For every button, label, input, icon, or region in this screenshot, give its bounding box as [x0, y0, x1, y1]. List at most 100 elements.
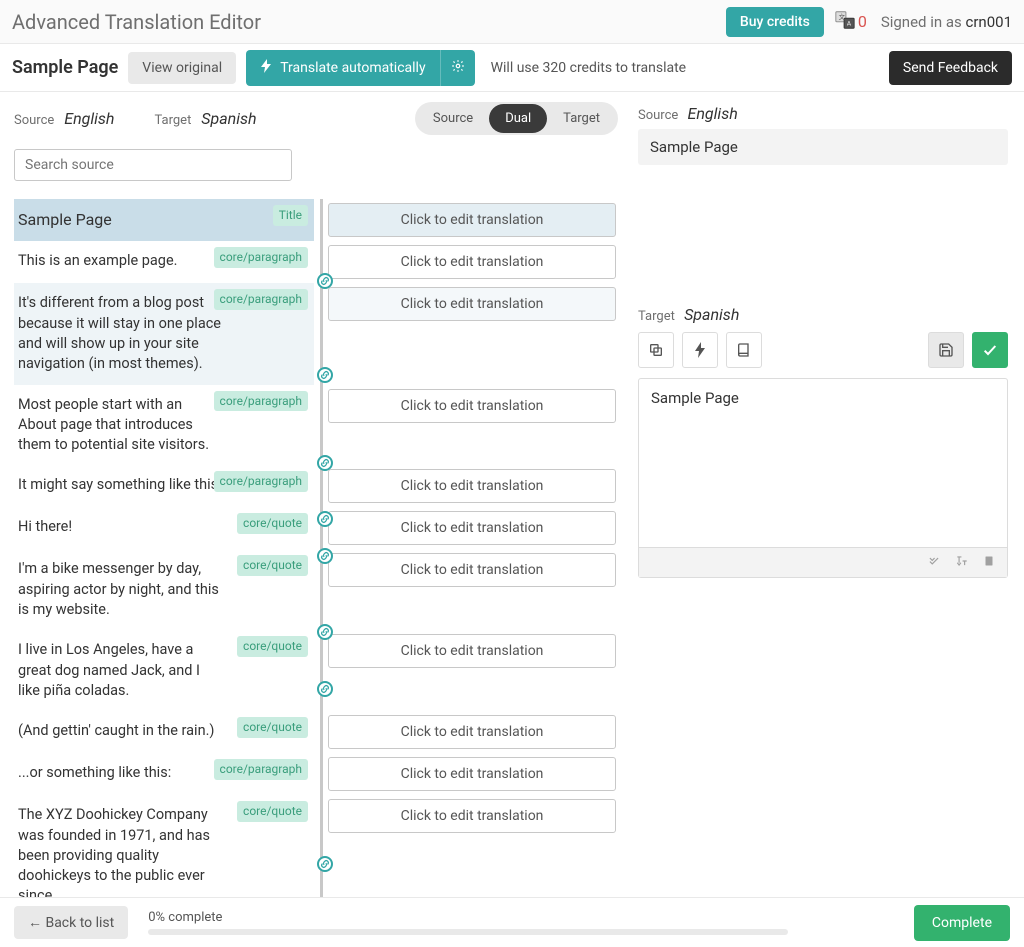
segment-gutter [314, 795, 328, 897]
translate-settings-button[interactable] [440, 50, 475, 86]
segment-source: The XYZ Doohickey Company was founded in… [14, 795, 314, 897]
edit-translation-button[interactable]: Click to edit translation [328, 634, 616, 668]
segment-target: Click to edit translation [328, 465, 618, 507]
toggle-target[interactable]: Target [547, 104, 616, 133]
check-icon [982, 342, 998, 358]
toggle-source[interactable]: Source [417, 104, 489, 133]
buy-credits-button[interactable]: Buy credits [726, 7, 824, 37]
edit-translation-button[interactable]: Click to edit translation [328, 715, 616, 749]
page-title: Sample Page [12, 57, 118, 78]
target-editor-input[interactable]: Sample Page [639, 379, 1007, 547]
top-bar: Advanced Translation Editor Buy credits … [0, 0, 1024, 44]
edit-translation-button[interactable]: Click to edit translation [328, 757, 616, 791]
bottom-bar: ← Back to list 0% complete Complete [0, 897, 1024, 947]
segment-source: Hi there!core/quote [14, 507, 314, 549]
edit-translation-button[interactable]: Click to edit translation [328, 799, 616, 833]
segment-target: Click to edit translation [328, 507, 618, 549]
pending-count: 0 [858, 12, 867, 31]
view-original-button[interactable]: View original [128, 52, 236, 84]
segment-row[interactable]: It's different from a blog post because … [14, 283, 618, 384]
progress-label: 0% complete [148, 910, 222, 925]
detail-source-preview: Sample Page [638, 129, 1008, 165]
segment-gutter [314, 630, 328, 711]
link-segment-icon[interactable] [317, 455, 333, 471]
edit-translation-button[interactable]: Click to edit translation [328, 511, 616, 545]
segment-source: It's different from a blog post because … [14, 283, 314, 384]
send-feedback-button[interactable]: Send Feedback [889, 51, 1012, 85]
toggle-dual[interactable]: Dual [489, 104, 547, 133]
copy-source-button[interactable] [638, 332, 674, 368]
segment-source: I'm a bike messenger by day, aspiring ac… [14, 549, 314, 630]
segment-target: Click to edit translation [328, 199, 618, 241]
edit-translation-button[interactable]: Click to edit translation [328, 203, 616, 237]
link-segment-icon[interactable] [317, 624, 333, 640]
segment-row[interactable]: This is an example page.core/paragraph Cl… [14, 241, 618, 283]
segment-target: Click to edit translation [328, 385, 618, 466]
auto-translate-segment-button[interactable] [682, 332, 718, 368]
link-segment-icon[interactable] [317, 548, 333, 564]
segment-row[interactable]: It might say something like this:core/pa… [14, 465, 618, 507]
edit-translation-button[interactable]: Click to edit translation [328, 287, 616, 321]
link-segment-icon[interactable] [317, 681, 333, 697]
segment-target: Click to edit translation [328, 795, 618, 897]
link-segment-icon[interactable] [317, 273, 333, 289]
detail-panel: Source English Sample Page Target Spanis… [620, 92, 1024, 897]
segment-source: This is an example page.core/paragraph [14, 241, 314, 283]
translate-automatically-button[interactable]: Translate automatically [246, 50, 474, 86]
back-to-list-button[interactable]: ← Back to list [14, 906, 128, 939]
segment-target: Click to edit translation [328, 283, 618, 384]
segment-type-badge: core/paragraph [214, 289, 308, 310]
language-pair-indicator[interactable]: 文A 0 [834, 9, 867, 35]
segment-source: ...or something like this:core/paragraph [14, 753, 314, 795]
complete-button[interactable]: Complete [914, 905, 1010, 941]
search-source-input[interactable] [14, 149, 292, 181]
status-icon-2 [955, 553, 969, 572]
segment-row[interactable]: Sample PageTitleClick to edit translatio… [14, 199, 618, 241]
edit-translation-button[interactable]: Click to edit translation [328, 469, 616, 503]
segment-row[interactable]: (And gettin' caught in the rain.)core/qu… [14, 711, 618, 753]
save-icon [938, 342, 954, 358]
save-draft-button[interactable] [928, 332, 964, 368]
segment-row[interactable]: I live in Los Angeles, have a great dog … [14, 630, 618, 711]
segment-type-badge: core/quote [237, 801, 308, 822]
edit-translation-button[interactable]: Click to edit translation [328, 553, 616, 587]
status-icon-3 [983, 553, 995, 572]
editor-footer [639, 547, 1007, 577]
progress: 0% complete [148, 910, 788, 935]
segments-list: Sample PageTitleClick to edit translatio… [14, 199, 618, 897]
gear-icon [451, 59, 465, 73]
segment-source-text: Sample Page [18, 209, 302, 231]
app-title: Advanced Translation Editor [12, 10, 261, 34]
link-segment-icon[interactable] [317, 367, 333, 383]
segments-panel: Source English Target Spanish Source Dua… [0, 92, 620, 897]
link-segment-icon[interactable] [317, 511, 333, 527]
segment-row[interactable]: I'm a bike messenger by day, aspiring ac… [14, 549, 618, 630]
segment-gutter [314, 711, 328, 753]
glossary-button[interactable] [726, 332, 762, 368]
book-icon [736, 342, 752, 358]
edit-translation-button[interactable]: Click to edit translation [328, 389, 616, 423]
view-toggle: Source Dual Target [415, 102, 618, 135]
sub-bar: Sample Page View original Translate auto… [0, 44, 1024, 92]
segment-type-badge: core/paragraph [214, 247, 308, 268]
segment-row[interactable]: Most people start with an About page tha… [14, 385, 618, 466]
segment-type-badge: core/paragraph [214, 391, 308, 412]
segment-type-badge: core/quote [237, 513, 308, 534]
progress-track [148, 929, 788, 935]
segment-type-badge: core/quote [237, 555, 308, 576]
segment-target: Click to edit translation [328, 241, 618, 283]
segment-target: Click to edit translation [328, 753, 618, 795]
confirm-segment-button[interactable] [972, 332, 1008, 368]
source-lang-label: Source English [14, 109, 114, 128]
edit-translation-button[interactable]: Click to edit translation [328, 245, 616, 279]
link-segment-icon[interactable] [317, 856, 333, 872]
segment-target: Click to edit translation [328, 549, 618, 630]
segment-target: Click to edit translation [328, 630, 618, 711]
translate-icon: 文A [834, 9, 856, 35]
segment-type-badge: core/paragraph [214, 759, 308, 780]
segment-row[interactable]: ...or something like this:core/paragraph… [14, 753, 618, 795]
segment-row[interactable]: The XYZ Doohickey Company was founded in… [14, 795, 618, 897]
editor-toolstrip [638, 332, 1008, 368]
bolt-icon [260, 59, 272, 77]
segment-row[interactable]: Hi there!core/quote Click to edit transla… [14, 507, 618, 549]
